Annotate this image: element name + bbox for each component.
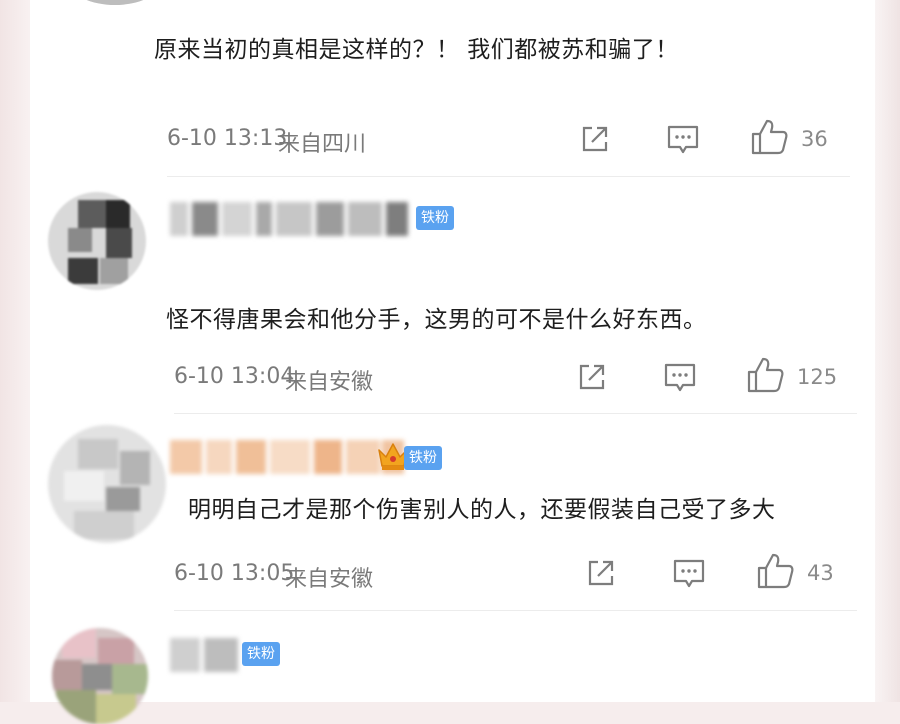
share-icon[interactable] bbox=[575, 360, 609, 394]
comment-text: 明明自己才是那个伤害别人的人，还要假装自己受了多大 bbox=[188, 497, 776, 523]
like-count: 43 bbox=[807, 561, 834, 585]
comment-icon[interactable] bbox=[666, 123, 700, 157]
like-icon[interactable] bbox=[750, 118, 790, 156]
avatar[interactable] bbox=[48, 425, 166, 543]
share-icon[interactable] bbox=[584, 556, 618, 590]
like-count: 36 bbox=[801, 127, 828, 151]
avatar[interactable] bbox=[48, 192, 146, 290]
like-icon[interactable] bbox=[756, 552, 796, 590]
comment-icon[interactable] bbox=[672, 557, 706, 591]
username[interactable] bbox=[170, 638, 238, 672]
share-icon[interactable] bbox=[578, 122, 612, 156]
comment-text: 怪不得唐果会和他分手，这男的可不是什么好东西。 bbox=[166, 307, 707, 333]
avatar[interactable] bbox=[52, 628, 148, 724]
comment-text-clip: 明明自己才是那个伤害别人的人，还要假装自己受了多大 bbox=[188, 488, 860, 524]
like-count: 125 bbox=[797, 365, 838, 389]
fan-badge: 铁粉 bbox=[242, 642, 280, 666]
comment-icon[interactable] bbox=[663, 361, 697, 395]
fan-badge: 铁粉 bbox=[404, 446, 442, 470]
comment-text: 原来当初的真相是这样的？！ 我们都被苏和骗了！ bbox=[154, 37, 679, 63]
divider bbox=[174, 610, 857, 611]
comment-location: 来自安徽 bbox=[285, 567, 374, 592]
comment-location: 来自安徽 bbox=[285, 370, 374, 395]
comment-list: 原来当初的真相是这样的？！ 我们都被苏和骗了！ 6-10 13:13 来自四川 … bbox=[30, 0, 875, 724]
divider bbox=[167, 176, 850, 177]
username[interactable] bbox=[170, 202, 410, 236]
comment-date: 6-10 13:13 bbox=[167, 126, 288, 151]
comment-date: 6-10 13:04 bbox=[174, 364, 295, 389]
fan-badge: 铁粉 bbox=[416, 206, 454, 230]
avatar[interactable] bbox=[70, 0, 160, 5]
like-icon[interactable] bbox=[746, 356, 786, 394]
divider bbox=[174, 413, 857, 414]
username[interactable] bbox=[170, 440, 404, 474]
comment-date: 6-10 13:05 bbox=[174, 561, 295, 586]
comment-location: 来自四川 bbox=[278, 132, 367, 157]
